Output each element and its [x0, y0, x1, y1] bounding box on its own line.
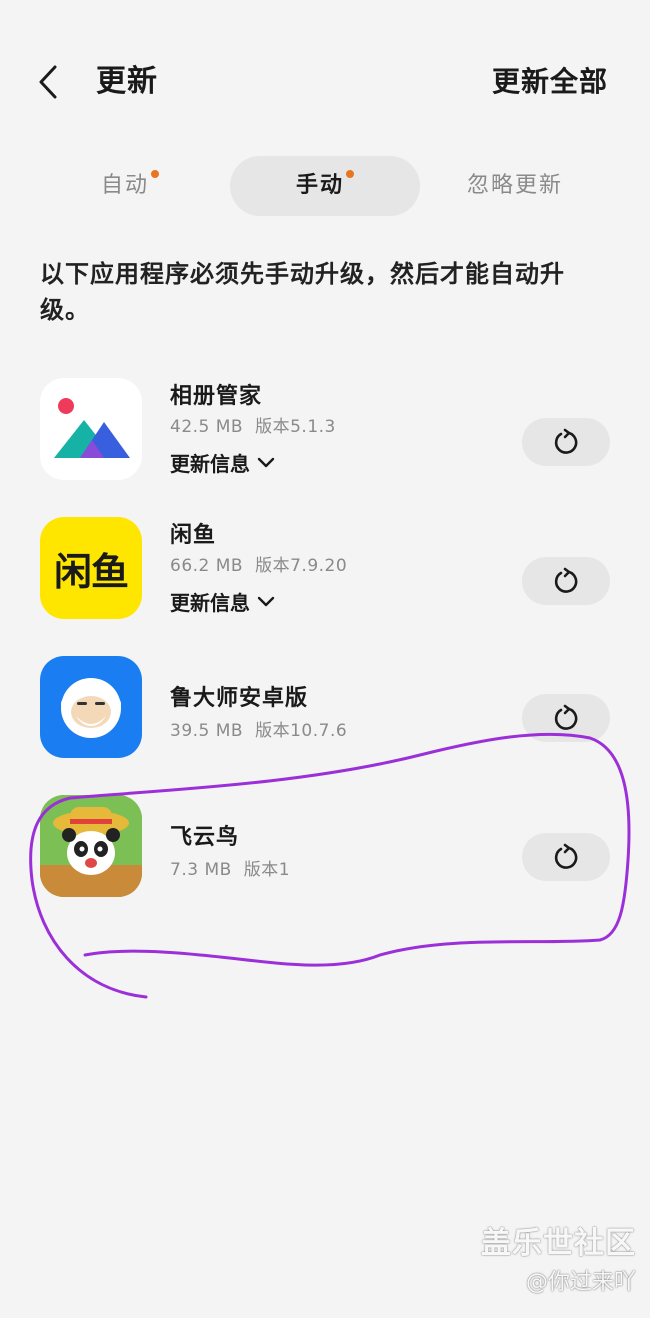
update-info-toggle[interactable]: 更新信息: [170, 587, 276, 616]
app-version: 版本1: [243, 860, 291, 880]
app-name: 鲁大师安卓版: [170, 686, 309, 711]
list-item: 鲁大师安卓版 39.5 MB 版本10.7.6: [0, 656, 650, 760]
app-name: 闲鱼: [170, 523, 217, 548]
update-info-label: 更新信息: [170, 591, 250, 615]
tab-label: 自动: [100, 173, 149, 198]
app-size: 42.5 MB: [170, 417, 244, 437]
xianyu-app-icon[interactable]: 闲鱼: [40, 517, 142, 619]
app-version: 版本10.7.6: [255, 721, 348, 741]
tab-auto[interactable]: 自动: [50, 156, 210, 216]
xianyu-logo-text: 闲鱼: [53, 549, 129, 594]
app-name: 飞云鸟: [170, 825, 240, 850]
app-size: 66.2 MB: [170, 556, 244, 576]
refresh-icon: [554, 843, 578, 869]
back-button[interactable]: [26, 58, 70, 106]
refresh-icon: [554, 567, 578, 593]
app-meta: 66.2 MB 版本7.9.20: [170, 551, 347, 576]
list-item: 飞云鸟 7.3 MB 版本1: [0, 795, 650, 899]
update-app-button[interactable]: [522, 418, 610, 466]
new-indicator-dot: [151, 170, 159, 178]
list-item: 相册管家 42.5 MB 版本5.1.3 更新信息: [0, 378, 650, 488]
chevron-down-icon: [257, 457, 275, 467]
update-page: 更新 更新全部 自动 手动 忽略更新 以下应用程序必须先手动升级，然后才能自动升…: [0, 0, 650, 1318]
watermark-user: @你过来吖: [525, 1270, 636, 1295]
panda-game-app-icon[interactable]: [40, 795, 142, 897]
new-indicator-dot: [346, 170, 354, 178]
app-version: 版本7.9.20: [255, 556, 348, 576]
app-size: 7.3 MB: [170, 860, 232, 880]
update-app-button[interactable]: [522, 557, 610, 605]
app-version: 版本5.1.3: [255, 417, 336, 437]
refresh-icon: [554, 428, 578, 454]
update-app-button[interactable]: [522, 833, 610, 881]
page-title: 更新: [96, 64, 158, 99]
update-tabs: 自动 手动 忽略更新: [40, 156, 610, 216]
tab-label: 手动: [295, 173, 344, 198]
app-meta: 7.3 MB 版本1: [170, 855, 290, 880]
app-meta: 42.5 MB 版本5.1.3: [170, 412, 336, 437]
ludashi-app-icon[interactable]: [40, 656, 142, 758]
list-item: 闲鱼 闲鱼 66.2 MB 版本7.9.20 更新信息: [0, 517, 650, 627]
gallery-app-icon[interactable]: [40, 378, 142, 480]
app-meta: 39.5 MB 版本10.7.6: [170, 716, 347, 741]
panda-game-graphic: [40, 795, 142, 897]
update-app-button[interactable]: [522, 694, 610, 742]
refresh-icon: [554, 704, 578, 730]
chevron-left-icon: [39, 65, 57, 99]
tab-manual[interactable]: 手动: [230, 156, 420, 216]
chevron-down-icon: [257, 596, 275, 606]
tab-ignored[interactable]: 忽略更新: [435, 156, 595, 216]
ludashi-face-graphic: [61, 678, 121, 738]
app-name: 相册管家: [170, 384, 263, 409]
manual-update-description: 以下应用程序必须先手动升级，然后才能自动升级。: [40, 260, 565, 324]
update-info-toggle[interactable]: 更新信息: [170, 448, 276, 477]
update-info-label: 更新信息: [170, 452, 250, 476]
gallery-app-icon-graphic: [54, 398, 130, 458]
tab-label: 忽略更新: [466, 173, 563, 198]
app-size: 39.5 MB: [170, 721, 244, 741]
update-all-button[interactable]: 更新全部: [492, 58, 608, 106]
watermark-brand: 盖乐世社区: [481, 1226, 636, 1261]
